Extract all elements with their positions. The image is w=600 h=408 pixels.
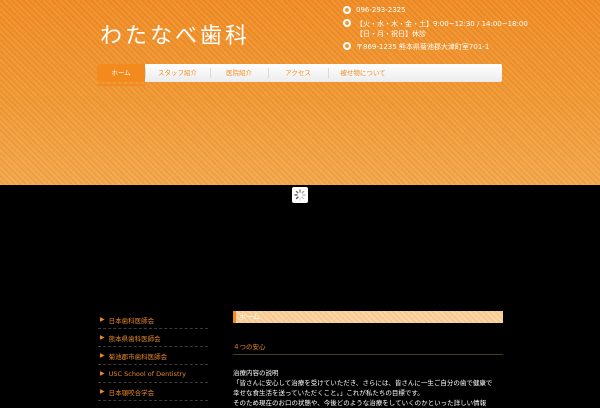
body-line: 「皆さんに安心して治療を受けていただき、さらには、皆さんに一生ご自分の歯で健康で — [233, 379, 493, 387]
nav-staff[interactable]: スタッフ紹介 — [145, 64, 210, 82]
arrow-right-icon: ▶ — [100, 370, 105, 377]
arrow-right-icon: ▶ — [100, 334, 105, 341]
arrow-right-icon: ▶ — [100, 352, 105, 359]
location-icon — [343, 42, 351, 50]
phone-number: 096-293-2325 — [356, 6, 406, 14]
body-line: 治療内容の説明 — [233, 369, 279, 377]
hours-line-2: 【日・月・祝日】休診 — [356, 30, 426, 38]
nav-crowns[interactable]: 被せ物について — [328, 64, 398, 82]
clock-icon — [343, 19, 351, 27]
breadcrumb-home[interactable]: ホーム — [239, 312, 260, 322]
phone-icon — [343, 6, 351, 14]
loading-spinner-icon — [292, 187, 308, 203]
nav-home[interactable]: ホーム — [97, 64, 145, 82]
main-nav: ホーム スタッフ紹介 医院紹介 アクセス 被せ物について — [97, 64, 502, 82]
content-body: 治療内容の説明 「皆さんに安心して治療を受けていただき、さらには、皆さんに一生ご… — [233, 368, 503, 408]
body-line: 幸せな食生活を送っていただくこと。」これが私たちの目標です。 — [233, 389, 424, 397]
arrow-right-icon: ▶ — [100, 316, 105, 323]
hours-info: 【火・水・木・金・土】9:00~12:30 / 14:00~18:00 【日・月… — [343, 19, 528, 39]
nav-clinic[interactable]: 医院紹介 — [210, 64, 268, 82]
address-text: 〒869-1235 熊本県菊池郡大津町室701-1 — [356, 43, 490, 51]
main-content: ホーム ４つの安心 治療内容の説明 「皆さんに安心して治療を受けていただき、さら… — [233, 311, 503, 408]
sidebar-item-kumamoto-da[interactable]: ▶ 熊本県歯科医師会 — [98, 329, 208, 347]
phone-info: 096-293-2325 — [343, 6, 406, 14]
address-info: 〒869-1235 熊本県菊池郡大津町室701-1 — [343, 42, 489, 52]
nav-active-underline — [97, 84, 145, 86]
section-title: ４つの安心 — [233, 341, 503, 355]
sidebar-links: ▶ 日本歯科医師会 ▶ 熊本県歯科医師会 ▶ 菊池郡市歯科医師会 ▶ USC Schoo… — [98, 311, 208, 401]
sidebar-item-kikuchi-da[interactable]: ▶ 菊池郡市歯科医師会 — [98, 347, 208, 365]
hours-line-1: 【火・水・木・金・土】9:00~12:30 / 14:00~18:00 — [356, 20, 528, 28]
breadcrumb: ホーム — [233, 311, 503, 323]
nav-access[interactable]: アクセス — [268, 64, 328, 82]
sidebar-item-jda[interactable]: ▶ 日本歯科医師会 — [98, 311, 208, 329]
arrow-right-icon: ▶ — [100, 388, 105, 395]
sidebar-item-usc[interactable]: ▶ USC School of Dentistry — [98, 365, 208, 383]
sidebar-item-jaco[interactable]: ▶ 日本顎咬合学会 — [98, 383, 208, 401]
site-logo[interactable]: わたなべ歯科 — [100, 18, 250, 50]
